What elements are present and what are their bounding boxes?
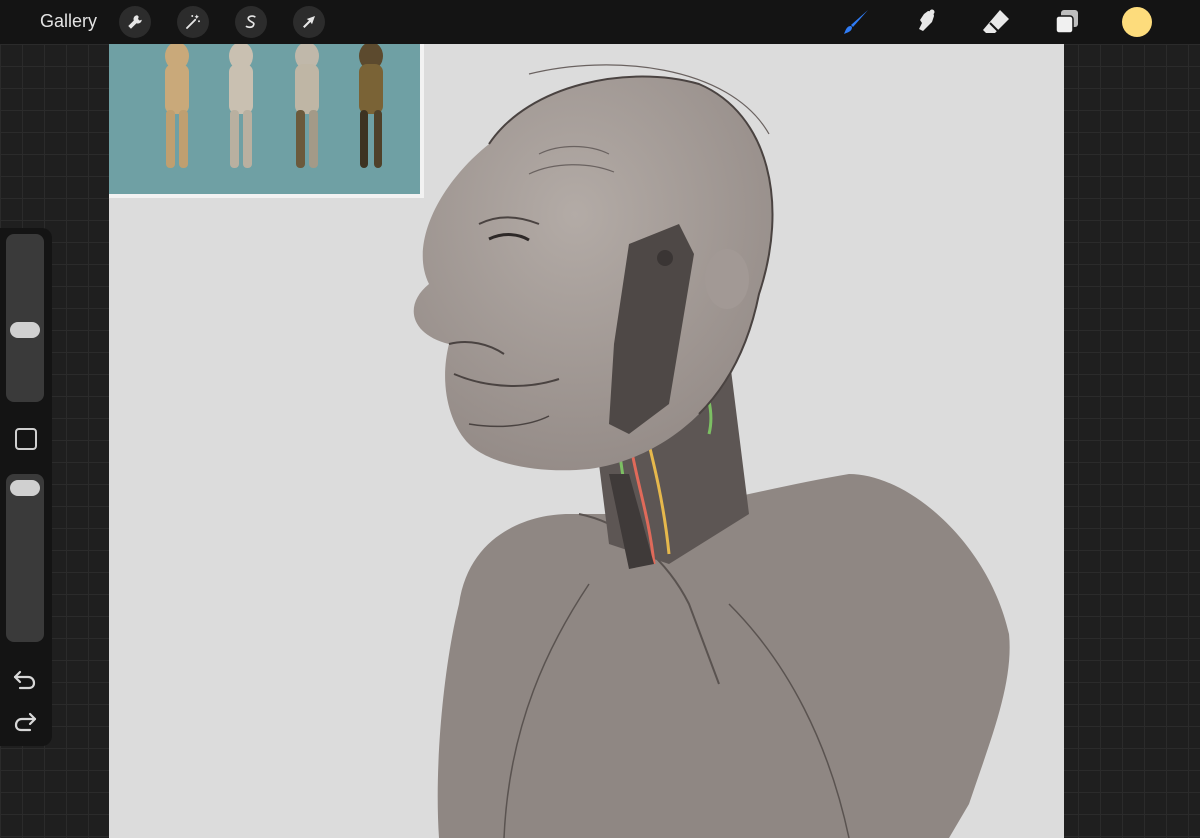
top-toolbar: Gallery: [0, 0, 1200, 44]
magic-wand-icon: [186, 14, 200, 29]
undo-button[interactable]: [12, 668, 38, 690]
transform-button[interactable]: [293, 6, 325, 38]
smudge-icon: [919, 9, 935, 31]
brush-tool-button[interactable]: [838, 4, 874, 40]
smudge-tool-button[interactable]: [908, 4, 944, 40]
eraser-icon: [983, 10, 1009, 33]
redo-button[interactable]: [12, 710, 38, 732]
brush-size-knob[interactable]: [10, 322, 40, 338]
left-sidebar: [0, 228, 52, 746]
adjustments-button[interactable]: [177, 6, 209, 38]
reference-image: [109, 44, 424, 198]
layers-button[interactable]: [1049, 4, 1085, 40]
redo-icon: [14, 712, 37, 732]
artwork-sketch: [109, 44, 1010, 838]
wrench-icon: [128, 15, 142, 29]
selection-icon: [245, 15, 256, 29]
brush-size-slider[interactable]: [6, 234, 44, 402]
undo-icon: [13, 670, 36, 690]
selection-button[interactable]: [235, 6, 267, 38]
drawing-canvas[interactable]: [109, 44, 1064, 838]
opacity-knob[interactable]: [10, 480, 40, 496]
modify-button[interactable]: [15, 428, 37, 450]
layers-icon: [1055, 10, 1078, 34]
gallery-button[interactable]: Gallery: [40, 11, 97, 32]
transform-arrow-icon: [303, 16, 315, 28]
opacity-slider[interactable]: [6, 474, 44, 642]
color-picker-button[interactable]: [1122, 7, 1152, 37]
actions-button[interactable]: [119, 6, 151, 38]
brush-icon: [844, 10, 868, 34]
eraser-tool-button[interactable]: [978, 4, 1014, 40]
